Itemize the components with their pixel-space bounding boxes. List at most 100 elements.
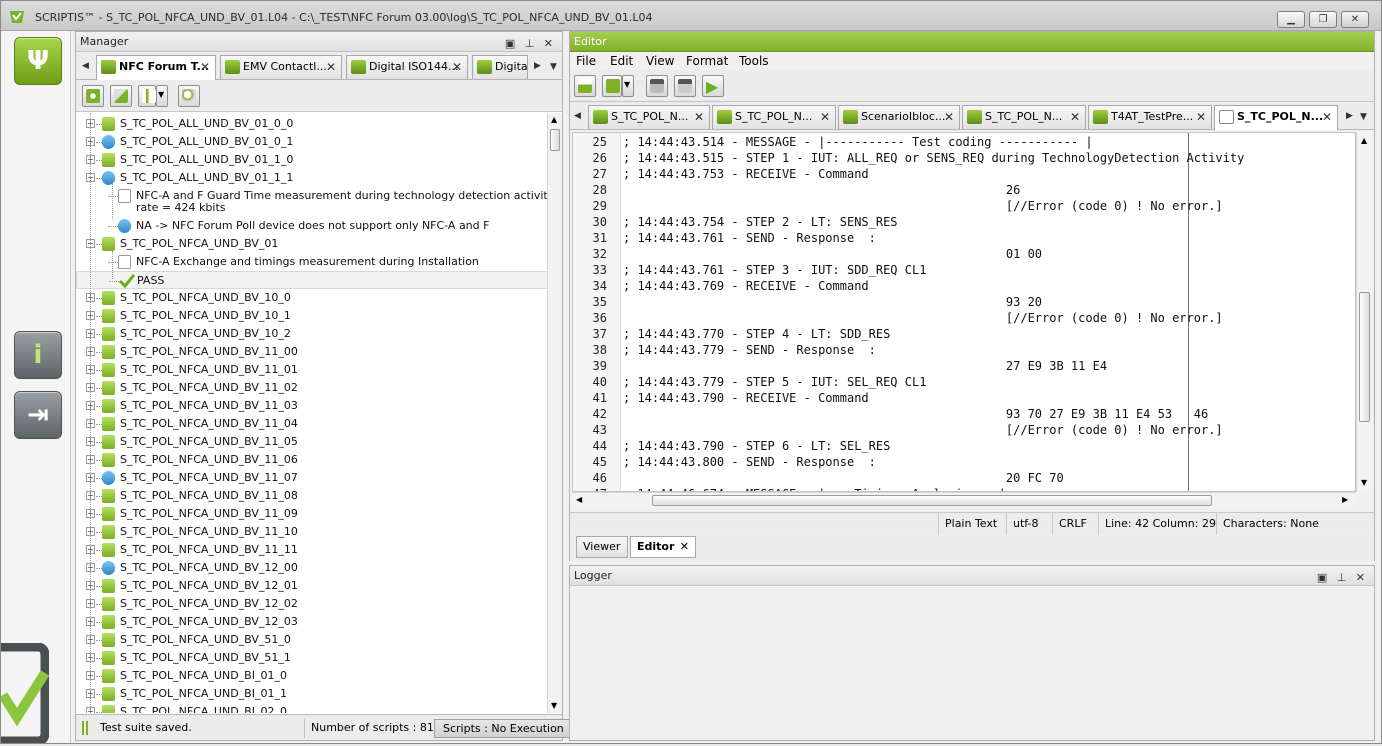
tree-script-item[interactable]: + S_TC_POL_NFCA_UND_BV_10_2 [76,325,548,343]
tree-script-item[interactable]: + S_TC_POL_NFCA_UND_BV_11_05 [76,433,548,451]
scroll-up-icon[interactable]: ▲ [1361,136,1367,145]
menu-view[interactable]: View [646,54,674,68]
code-horizontal-scrollbar[interactable]: ◀ ▶ [572,492,1356,508]
tree-script-item[interactable]: + S_TC_POL_NFCA_UND_BV_11_06 [76,451,548,469]
tab-close-icon[interactable]: ✕ [1196,106,1206,128]
tab-close-icon[interactable]: ✕ [944,106,954,128]
tree-script-item[interactable]: + S_TC_POL_NFCA_UND_BV_11_04 [76,415,548,433]
tree-script-item[interactable]: + S_TC_POL_NFCA_UND_BV_12_01 [76,577,548,595]
tab-close-icon[interactable]: ✕ [1322,106,1332,128]
tree-script-item[interactable]: + S_TC_POL_NFCA_UND_BV_12_00 [76,559,548,577]
tree-script-item[interactable]: + S_TC_POL_NFCA_UND_BV_11_11 [76,541,548,559]
tab-close-icon[interactable]: ✕ [452,56,462,78]
tree-script-item[interactable]: − S_TC_POL_ALL_UND_BV_01_1_1 [76,169,548,187]
report-button[interactable] [138,85,156,107]
tree-script-item[interactable]: + S_TC_POL_NFCA_UND_BV_11_03 [76,397,548,415]
tree-script-item[interactable]: − S_TC_POL_NFCA_UND_BV_01 [76,235,548,253]
code-line[interactable]: 28 26 [573,183,1355,199]
code-line[interactable]: 30 ; 14:44:43.754 - STEP 2 - LT: SENS_RES [573,215,1355,231]
save-dropdown[interactable]: ▼ [622,75,634,97]
code-line[interactable]: 44 ; 14:44:43.790 - STEP 6 - LT: SEL_RES [573,439,1355,455]
restore-button[interactable]: ❐ [1309,11,1337,28]
scroll-thumb[interactable] [1359,292,1370,422]
code-line[interactable]: 40 ; 14:44:43.779 - STEP 5 - IUT: SEL_REQ… [573,375,1355,391]
tree-script-item[interactable]: + S_TC_POL_NFCA_UND_BI_02_0 [76,703,548,713]
tab-emv-contactless[interactable]: EMV Contactl... ✕ [220,55,342,79]
editor-tab-4[interactable]: S_TC_POL_N... ✕ [962,105,1086,129]
settings-button[interactable] [82,85,104,107]
tree-child-item[interactable]: NFC-A and F Guard Time measurement durin… [76,187,548,217]
tab-scroll-left-icon[interactable]: ◀ [82,61,89,71]
scroll-thumb[interactable] [652,495,1212,506]
scroll-down-icon[interactable]: ▼ [551,701,557,710]
code-line[interactable]: 42 93 70 27 E9 3B 11 E4 53 46 [573,407,1355,423]
save-as-button[interactable] [646,75,668,97]
code-line[interactable]: 29 [//Error (code 0) ! No error.] [573,199,1355,215]
tree-script-item[interactable]: + S_TC_POL_NFCA_UND_BV_12_03 [76,613,548,631]
tab-scroll-right-icon[interactable]: ▶ [1346,111,1353,121]
code-line[interactable]: 46 20 FC 70 [573,471,1355,487]
save-button[interactable] [602,75,622,97]
tree-script-item[interactable]: + S_TC_POL_NFCA_UND_BV_10_0 [76,289,548,307]
editor-tab-3[interactable]: ScenarioIbloc... ✕ [838,105,960,129]
tree-script-item[interactable]: + S_TC_POL_NFCA_UND_BV_11_08 [76,487,548,505]
edit-script-button[interactable] [110,85,132,107]
tree-script-item[interactable]: + S_TC_POL_NFCA_UND_BV_11_10 [76,523,548,541]
open-button[interactable] [574,75,596,97]
tree-script-item[interactable]: + S_TC_POL_NFCA_UND_BV_11_09 [76,505,548,523]
tab-digital[interactable]: Digital [472,55,528,79]
report-dropdown[interactable]: ▼ [156,85,168,107]
info-button[interactable]: i [14,331,62,379]
script-tree[interactable]: + S_TC_POL_ALL_UND_BV_01_0_0 + S_TC_POL_ALL… [76,113,548,713]
editor-tab-6[interactable]: S_TC_POL_N... ✕ [1214,105,1338,130]
menu-edit[interactable]: Edit [610,54,633,68]
code-line[interactable]: 34 ; 14:44:43.769 - RECEIVE - Command [573,279,1355,295]
search-button[interactable] [178,85,200,107]
save-all-button[interactable] [674,75,696,97]
tree-script-item[interactable]: + S_TC_POL_NFCA_UND_BV_10_1 [76,307,548,325]
code-vertical-scrollbar[interactable]: ▲ ▼ [1356,132,1372,492]
tab-close-icon[interactable]: ✕ [680,537,689,557]
tree-child-item[interactable]: NFC-A Exchange and timings measurement d… [76,253,548,271]
code-line[interactable]: 41 ; 14:44:43.790 - RECEIVE - Command [573,391,1355,407]
scroll-down-icon[interactable]: ▼ [1361,478,1367,487]
tab-scroll-right-icon[interactable]: ▶ [534,61,541,71]
code-line[interactable]: 32 01 00 [573,247,1355,263]
tab-scroll-left-icon[interactable]: ◀ [574,111,581,121]
editor-tab-2[interactable]: S_TC_POL_N... ✕ [712,105,836,129]
tab-editor[interactable]: Editor ✕ [630,536,696,558]
code-line[interactable]: 36 [//Error (code 0) ! No error.] [573,311,1355,327]
tree-scrollbar[interactable]: ▲ ▼ [547,113,562,713]
menu-tools[interactable]: Tools [739,54,769,68]
tree-script-item[interactable]: + S_TC_POL_NFCA_UND_BI_01_0 [76,667,548,685]
tab-close-icon[interactable]: ✕ [694,106,704,128]
code-line[interactable]: 38 ; 14:44:43.779 - SEND - Response : [573,343,1355,359]
menu-file[interactable]: File [576,54,596,68]
tree-script-item[interactable]: + S_TC_POL_NFCA_UND_BV_11_02 [76,379,548,397]
code-line[interactable]: 39 27 E9 3B 11 E4 [573,359,1355,375]
scroll-right-icon[interactable]: ▶ [1342,495,1348,504]
code-line[interactable]: 25 ; 14:44:43.514 - MESSAGE - |----------… [573,135,1355,151]
tab-nfc-forum[interactable]: NFC Forum T... ✕ [96,55,216,80]
tree-script-item[interactable]: + S_TC_POL_ALL_UND_BV_01_0_1 [76,133,548,151]
tab-close-icon[interactable]: ✕ [820,106,830,128]
code-line[interactable]: 27 ; 14:44:43.753 - RECEIVE - Command [573,167,1355,183]
tree-child-item[interactable]: PASS [76,271,548,289]
code-line[interactable]: 43 [//Error (code 0) ! No error.] [573,423,1355,439]
scroll-left-icon[interactable]: ◀ [576,495,582,504]
code-line[interactable]: 33 ; 14:44:43.761 - STEP 3 - IUT: SDD_REQ… [573,263,1355,279]
code-line[interactable]: 35 93 20 [573,295,1355,311]
tab-close-icon[interactable]: ✕ [200,56,210,78]
editor-tab-5[interactable]: T4AT_TestPre... ✕ [1088,105,1212,129]
tree-script-item[interactable]: + S_TC_POL_NFCA_UND_BV_51_0 [76,631,548,649]
code-line[interactable]: 45 ; 14:44:43.800 - SEND - Response : [573,455,1355,471]
tree-script-item[interactable]: + S_TC_POL_NFCA_UND_BV_51_1 [76,649,548,667]
code-line[interactable]: 37 ; 14:44:43.770 - STEP 4 - LT: SDD_RES [573,327,1355,343]
panel-controls[interactable]: ▣ ⊥ ✕ [1317,568,1368,587]
code-area[interactable]: 25 ; 14:44:43.514 - MESSAGE - |----------… [572,132,1356,492]
run-button[interactable]: ▶ [702,75,724,97]
scroll-thumb[interactable] [550,129,560,151]
tree-script-item[interactable]: + S_TC_POL_ALL_UND_BV_01_0_0 [76,115,548,133]
tree-script-item[interactable]: + S_TC_POL_NFCA_UND_BV_11_00 [76,343,548,361]
panel-controls[interactable]: ▣ ⊥ ✕ [505,34,556,53]
